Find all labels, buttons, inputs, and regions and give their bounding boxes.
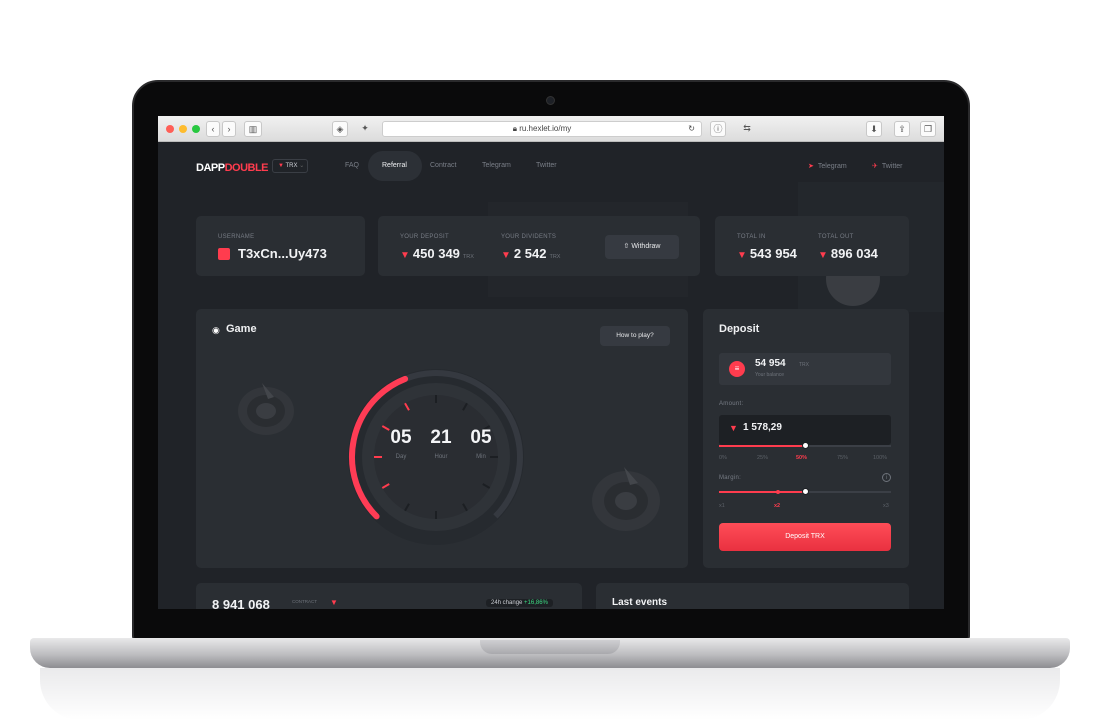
site: DAPPDOUBLE ▼ TRX ⌄ FAQ Referral Contract… — [158, 142, 944, 609]
translate-icon[interactable]: ⇆ — [738, 121, 756, 137]
timer-minutes-label: Min — [476, 454, 486, 460]
timer-days: 05 — [390, 427, 412, 448]
tron-icon: ▼ — [818, 250, 828, 261]
shield-icon[interactable]: ◈ — [332, 121, 348, 137]
extension-icon[interactable]: ✦ — [356, 121, 374, 137]
nav-referral[interactable]: Referral — [382, 162, 407, 169]
percent-option-0[interactable]: 0% — [719, 455, 727, 461]
minimize-window-button[interactable] — [179, 125, 187, 133]
contract-card: 8 941 068 CONTRACT ▼ 24h change +16,86% — [196, 583, 582, 609]
user-icon — [218, 248, 230, 260]
margin-slider-fill — [719, 491, 805, 493]
nav-telegram[interactable]: Telegram — [482, 162, 511, 169]
tron-icon: ▼ — [278, 163, 284, 169]
timer-hours: 21 — [430, 427, 452, 448]
coins-icon: ≡ — [729, 361, 745, 377]
percent-option-75[interactable]: 75% — [837, 455, 848, 461]
timer-hours-label: Hour — [434, 454, 448, 460]
tron-icon: ▼ — [737, 250, 747, 261]
your-dividends-value: ▼ 2 542 TRX — [501, 246, 561, 261]
zoom-window-button[interactable] — [192, 125, 200, 133]
url-text: ru.hexlet.io/my — [519, 124, 572, 133]
laptop-reflection — [40, 668, 1060, 720]
how-to-play-button[interactable]: How to play? — [600, 326, 670, 346]
tron-icon: ▼ — [400, 250, 410, 261]
browser-toolbar: ‹ › ▥ ◈ ✦ 🔒︎ ru.hexlet.io/my ↻ ⓘ ⇆ ⬇ ⇪ ❐ — [158, 116, 944, 142]
nav-contract[interactable]: Contract — [430, 162, 456, 169]
game-icon: ◉ — [212, 325, 220, 335]
deposit-card: Deposit ≡ 54 954 TRX Your balance Amount… — [703, 309, 909, 568]
deposit-stats-card: YOUR DEPOSIT ▼ 450 349 TRX YOUR DIVIDENTS … — [378, 216, 700, 276]
total-in-value: ▼ 543 954 — [737, 246, 797, 261]
tron-icon: ▼ — [729, 423, 738, 433]
balance-label: Your balance — [755, 372, 785, 378]
margin-step-dot — [776, 490, 780, 494]
withdraw-button[interactable]: ⇧ Withdraw — [605, 235, 679, 259]
contract-value: 8 941 068 — [212, 597, 270, 609]
address-bar[interactable]: 🔒︎ ru.hexlet.io/my ↻ — [382, 121, 702, 137]
amount-slider-fill — [719, 445, 805, 447]
telegram-icon: ➤ — [808, 163, 814, 170]
target-icon — [592, 467, 660, 531]
game-title: Game — [226, 323, 257, 335]
margin-label: Margin: — [719, 475, 742, 481]
tabs-icon[interactable]: ❐ — [920, 121, 936, 137]
your-dividends-label: YOUR DIVIDENTS — [501, 234, 557, 240]
username-value: T3xCn...Uy473 — [238, 246, 327, 261]
total-in-label: TOTAL IN — [737, 234, 766, 240]
margin-option-x2[interactable]: x2 — [774, 503, 780, 509]
balance-unit: TRX — [799, 362, 809, 368]
forward-icon[interactable]: › — [222, 121, 236, 137]
timer-minutes: 05 — [470, 427, 492, 448]
margin-option-x3[interactable]: x3 — [883, 503, 889, 509]
total-out-label: TOTAL OUT — [818, 234, 854, 240]
social-twitter[interactable]: ✈︎ Twitter — [872, 162, 903, 170]
last-events-card: Last events — [596, 583, 909, 609]
username-card: USERNAME T3xCn...Uy473 — [196, 216, 365, 276]
contract-label: CONTRACT — [292, 599, 317, 604]
screen: ‹ › ▥ ◈ ✦ 🔒︎ ru.hexlet.io/my ↻ ⓘ ⇆ ⬇ ⇪ ❐… — [158, 116, 944, 609]
your-deposit-label: YOUR DEPOSIT — [400, 234, 449, 240]
laptop-notch — [480, 640, 620, 654]
totals-card: TOTAL IN ▼ 543 954 TOTAL OUT ▼ 896 034 — [715, 216, 909, 276]
reload-icon[interactable]: ↻ — [688, 122, 695, 136]
change-badge: 24h change +16,86% — [486, 599, 553, 607]
timer-days-label: Day — [395, 454, 407, 460]
social-telegram[interactable]: ➤ Telegram — [808, 162, 847, 170]
margin-slider-handle[interactable] — [801, 488, 809, 495]
amount-slider-handle[interactable] — [801, 442, 809, 449]
your-deposit-value: ▼ 450 349 TRX — [400, 246, 474, 261]
margin-option-x1[interactable]: x1 — [719, 503, 725, 509]
balance-value: 54 954 — [755, 358, 786, 369]
balance-box: ≡ 54 954 TRX Your balance — [719, 353, 891, 385]
close-window-button[interactable] — [166, 125, 174, 133]
twitter-icon: ✈︎ — [872, 163, 878, 170]
percent-option-50[interactable]: 50% — [796, 455, 807, 461]
last-events-title: Last events — [612, 597, 668, 608]
logo[interactable]: DAPPDOUBLE — [196, 162, 269, 174]
tron-icon: ▼ — [330, 598, 338, 607]
deposit-trx-button[interactable]: Deposit TRX — [719, 523, 891, 551]
deposit-title: Deposit — [719, 323, 760, 335]
nav-twitter[interactable]: Twitter — [536, 162, 557, 169]
currency-select[interactable]: ▼ TRX ⌄ — [272, 159, 308, 173]
username-label: USERNAME — [218, 234, 255, 240]
sidebar-icon[interactable]: ▥ — [244, 121, 262, 137]
amount-value: 1 578,29 — [743, 422, 782, 433]
target-icon — [238, 383, 294, 435]
camera-dot — [546, 96, 555, 105]
amount-input[interactable]: ▼ 1 578,29 — [719, 415, 891, 445]
percent-option-100[interactable]: 100% — [873, 455, 887, 461]
total-out-value: ▼ 896 034 — [818, 246, 878, 261]
amount-label: Amount: — [719, 401, 744, 407]
info-icon[interactable]: i — [882, 473, 891, 482]
info-icon[interactable]: ⓘ — [710, 121, 726, 137]
percent-option-25[interactable]: 25% — [757, 455, 768, 461]
share-icon[interactable]: ⇪ — [894, 121, 910, 137]
game-card: ◉ Game How to play? 05 21 05 Day Hour Mi… — [196, 309, 688, 568]
nav-faq[interactable]: FAQ — [345, 162, 359, 169]
download-icon[interactable]: ⬇ — [866, 121, 882, 137]
tron-icon: ▼ — [501, 250, 511, 261]
back-icon[interactable]: ‹ — [206, 121, 220, 137]
